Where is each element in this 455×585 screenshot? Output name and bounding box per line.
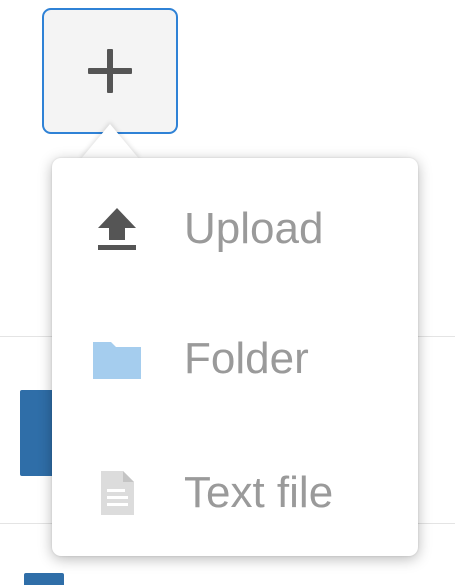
new-item-button[interactable] [42, 8, 178, 134]
menu-item-upload[interactable]: Upload [52, 178, 418, 278]
menu-item-label: Upload [184, 204, 324, 253]
folder-icon [92, 336, 142, 382]
menu-pointer [80, 124, 140, 160]
menu-item-label: Folder [184, 334, 309, 383]
menu-item-text-file[interactable]: Text file [52, 442, 418, 542]
new-item-menu: Upload Folder Text file [52, 158, 418, 556]
file-list-view: Upload Folder Text file [0, 0, 455, 585]
menu-item-label: Text file [184, 468, 334, 517]
file-thumbnail[interactable] [24, 573, 64, 585]
text-file-icon [92, 470, 142, 516]
upload-icon [92, 206, 142, 252]
plus-icon [88, 49, 132, 93]
menu-item-folder[interactable]: Folder [52, 308, 418, 408]
